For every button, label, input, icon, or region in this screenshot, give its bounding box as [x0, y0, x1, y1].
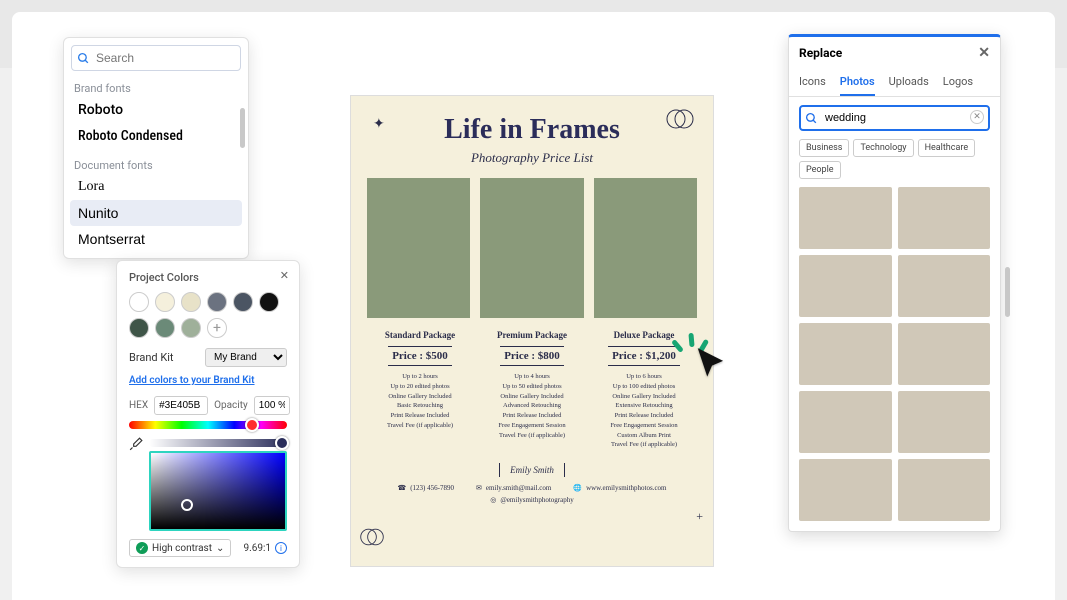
tab-photos[interactable]: Photos	[840, 69, 875, 96]
doc-photo[interactable]	[480, 178, 583, 318]
close-icon[interactable]: ✕	[978, 45, 990, 61]
add-brand-colors-link[interactable]: Add colors to your Brand Kit	[129, 375, 255, 386]
photo-thumbnail[interactable]	[898, 391, 991, 453]
color-swatch[interactable]	[155, 292, 175, 312]
filter-chip[interactable]: Business	[799, 139, 849, 157]
color-swatch[interactable]	[259, 292, 279, 312]
opacity-label: Opacity	[214, 400, 248, 411]
color-panel: ✕ Project Colors + Brand Kit My Brand Ad…	[116, 260, 300, 568]
photo-thumbnail[interactable]	[799, 391, 892, 453]
doc-photo[interactable]	[594, 178, 697, 318]
circles-deco-icon	[665, 108, 695, 135]
brand-fonts-label: Brand fonts	[64, 78, 248, 97]
font-search-input[interactable]	[71, 45, 241, 71]
photo-thumbnail[interactable]	[898, 255, 991, 317]
color-swatch[interactable]	[181, 318, 201, 338]
doc-subtitle: Photography Price List	[367, 150, 697, 166]
package-name: Standard Package	[367, 330, 473, 340]
doc-author: Emily Smith	[499, 463, 565, 477]
clear-icon[interactable]: ✕	[970, 110, 984, 124]
hex-label: HEX	[129, 400, 148, 411]
color-swatch[interactable]	[233, 292, 253, 312]
tab-uploads[interactable]: Uploads	[889, 69, 929, 96]
phone-icon: ☎	[397, 484, 406, 492]
tab-icons[interactable]: Icons	[799, 69, 826, 96]
photo-thumbnail[interactable]	[898, 187, 991, 249]
photo-thumbnail[interactable]	[898, 459, 991, 521]
add-color-button[interactable]: +	[207, 318, 227, 338]
sparkle-icon: ✦	[373, 116, 385, 133]
font-item[interactable]: Nunito	[70, 200, 242, 226]
tab-logos[interactable]: Logos	[943, 69, 973, 96]
search-icon	[77, 50, 90, 69]
contrast-label: High contrast	[152, 543, 212, 554]
package-price: Price : $800	[500, 346, 564, 366]
instagram-icon: ◎	[490, 496, 496, 504]
package-features: Up to 4 hours Up to 50 edited photos Onl…	[479, 372, 585, 440]
package-column: Premium Package Price : $800 Up to 4 hou…	[479, 330, 585, 450]
opacity-input[interactable]	[254, 396, 290, 415]
photo-thumbnail[interactable]	[799, 255, 892, 317]
replace-title: Replace	[799, 46, 842, 60]
swatch-row	[129, 292, 287, 312]
package-features: Up to 2 hours Up to 20 edited photos Onl…	[367, 372, 473, 431]
scrollbar[interactable]	[1005, 267, 1010, 317]
font-item[interactable]: Roboto Condensed	[70, 123, 242, 149]
color-swatch[interactable]	[207, 292, 227, 312]
replace-panel: Replace ✕ Icons Photos Uploads Logos ✕ B…	[788, 34, 1001, 532]
document-canvas[interactable]: ✦ + Life in Frames Photography Price Lis…	[350, 95, 714, 567]
globe-icon: 🌐	[573, 484, 582, 492]
scrollbar[interactable]	[240, 108, 245, 148]
package-column: Standard Package Price : $500 Up to 2 ho…	[367, 330, 473, 450]
close-icon[interactable]: ✕	[280, 269, 289, 282]
package-name: Deluxe Package	[591, 330, 697, 340]
doc-fonts-label: Document fonts	[64, 155, 248, 174]
contrast-chip[interactable]: ✓ High contrast ⌄	[129, 539, 231, 557]
info-icon[interactable]: i	[275, 542, 287, 554]
email-icon: ✉	[476, 484, 482, 492]
photo-thumbnail[interactable]	[799, 187, 892, 249]
photo-thumbnail[interactable]	[799, 323, 892, 385]
package-price: Price : $1,200	[608, 346, 680, 366]
alpha-slider[interactable]	[149, 439, 287, 447]
eyedropper-icon[interactable]	[129, 435, 143, 454]
chevron-down-icon: ⌄	[216, 543, 224, 554]
filter-chip[interactable]: Technology	[853, 139, 913, 157]
color-swatch[interactable]	[129, 292, 149, 312]
package-features: Up to 6 hours Up to 100 edited photos On…	[591, 372, 697, 450]
font-item[interactable]: Montserrat	[70, 226, 242, 252]
doc-contacts: ☎(123) 456-7890 ✉emily.smith@mail.com 🌐w…	[367, 484, 697, 504]
hex-input[interactable]	[154, 396, 208, 415]
swatch-row: +	[129, 318, 287, 338]
package-price: Price : $500	[388, 346, 452, 366]
project-colors-title: Project Colors	[129, 271, 287, 284]
color-field[interactable]	[149, 451, 287, 531]
doc-title: Life in Frames	[367, 114, 697, 146]
cursor-annotation	[693, 345, 731, 387]
font-item[interactable]: Roboto	[70, 97, 242, 123]
search-icon	[805, 110, 818, 129]
font-item[interactable]: Lora	[70, 174, 242, 200]
photo-thumbnail[interactable]	[898, 323, 991, 385]
brand-kit-select[interactable]: My Brand	[205, 348, 287, 367]
package-name: Premium Package	[479, 330, 585, 340]
font-picker-panel: Brand fonts Roboto Roboto Condensed Docu…	[63, 37, 249, 259]
doc-photo[interactable]	[367, 178, 470, 318]
plus-deco-icon: +	[696, 509, 703, 524]
brand-kit-label: Brand Kit	[129, 351, 174, 364]
circles-deco-icon	[359, 527, 385, 552]
hue-slider[interactable]	[129, 421, 287, 429]
filter-chip[interactable]: Healthcare	[918, 139, 976, 157]
color-swatch[interactable]	[155, 318, 175, 338]
check-icon: ✓	[136, 542, 148, 554]
filter-chip[interactable]: People	[799, 161, 841, 179]
color-swatch[interactable]	[129, 318, 149, 338]
replace-search-input[interactable]	[799, 105, 990, 131]
photo-thumbnail[interactable]	[799, 459, 892, 521]
color-swatch[interactable]	[181, 292, 201, 312]
contrast-ratio: 9.69:1	[243, 543, 271, 554]
